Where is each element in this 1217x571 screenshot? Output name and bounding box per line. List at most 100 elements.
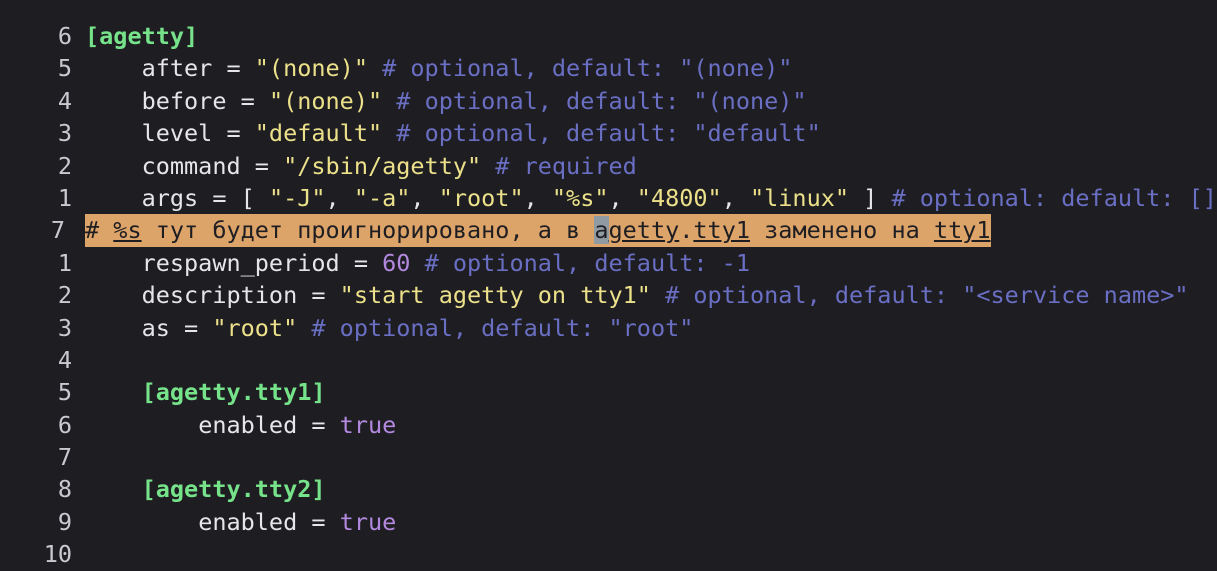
token-plain: , (410, 183, 439, 212)
token-plain: args = [ (141, 183, 269, 212)
token-plain: ] (849, 183, 878, 212)
token-str: "start agetty on tty1" (339, 281, 651, 310)
token-str: "(none)" (254, 54, 368, 83)
code-text: command = "/sbin/agetty" # required (85, 150, 637, 182)
code-text: level = "default" # optional, default: "… (85, 117, 821, 149)
token-plain: before = (141, 86, 269, 115)
token-sec: [agetty.tty2] (141, 475, 326, 504)
token-str: "%s" (551, 183, 609, 212)
line-number: 5 (57, 54, 72, 83)
code-line[interactable]: 4 (0, 344, 1217, 376)
code-line[interactable]: 5 after = "(none)" # optional, default: … (0, 52, 1217, 84)
token-num: 60 (382, 248, 411, 277)
line-number: 2 (57, 151, 72, 180)
line-number: 8 (57, 475, 72, 504)
line-number: 6 (57, 410, 72, 439)
token-u: getty (608, 216, 680, 245)
token-com: # optional, default: "(none)" (382, 86, 807, 115)
code-line[interactable]: 8 [agetty.tty2] (0, 473, 1217, 505)
line-number: 4 (57, 86, 72, 115)
code-text: enabled = true (85, 409, 396, 441)
token-plain: level = (141, 119, 255, 148)
line-number: 1 (57, 183, 72, 212)
token-bool: true (339, 410, 397, 439)
token-plain: as = (141, 313, 213, 342)
line-number: 9 (57, 507, 72, 536)
line-number: 7 (57, 443, 72, 472)
token-plain: after = (141, 54, 255, 83)
code-line[interactable]: 4 before = "(none)" # optional, default:… (0, 85, 1217, 117)
line-number: 1 (57, 248, 72, 277)
token-plain: description = (141, 281, 340, 310)
token-str: "root" (438, 183, 524, 212)
code-line[interactable]: 10 (0, 538, 1217, 570)
code-line[interactable]: 1 args = [ "-J", "-a", "root", "%s", "48… (0, 182, 1217, 214)
token-plain: command = (141, 151, 284, 180)
line-number: 10 (43, 540, 72, 569)
code-line[interactable]: 3 as = "root" # optional, default: "root… (0, 312, 1217, 344)
token-plain: , (721, 183, 750, 212)
code-line[interactable]: 9 enabled = true (0, 506, 1217, 538)
code-line[interactable]: 5 [agetty.tty1] (0, 376, 1217, 408)
token-plain: , (608, 183, 637, 212)
code-text: as = "root" # optional, default: "root" (85, 312, 694, 344)
token-plain: , (523, 183, 552, 212)
token-u: tty1 (693, 216, 750, 245)
code-editor[interactable]: 6 [agetty] 5 after = "(none)" # optional, … (0, 20, 1217, 571)
token-plain: # (85, 216, 114, 245)
token-str: "-J" (268, 183, 326, 212)
line-number: 6 (57, 22, 72, 50)
token-str: "/sbin/agetty" (283, 151, 482, 180)
token-sec: [agetty] (85, 22, 199, 50)
line-number: 5 (57, 378, 72, 407)
token-plain: respawn_period = (141, 248, 383, 277)
token-com: # optional, default: -1 (410, 248, 750, 277)
code-line[interactable]: 2 command = "/sbin/agetty" # required (0, 150, 1217, 182)
code-line[interactable]: 3 level = "default" # optional, default:… (0, 117, 1217, 149)
token-str: "(none)" (268, 86, 383, 115)
token-str: "default" (254, 119, 383, 148)
current-code-line[interactable]: 7 # %s тут будет проигнорировано, а в age… (0, 214, 1217, 247)
code-text: [agetty.tty2] (85, 473, 326, 505)
token-str: "linux" (749, 183, 850, 212)
code-text: args = [ "-J", "-a", "root", "%s", "4800… (85, 182, 1217, 214)
token-com: # optional: default: [] (877, 183, 1217, 212)
token-str: "root" (212, 313, 298, 342)
token-bool: true (339, 507, 397, 536)
token-com: # optional, default: "<service name>" (650, 281, 1189, 310)
token-plain: , (325, 183, 354, 212)
code-line[interactable]: 6 enabled = true (0, 409, 1217, 441)
token-u: tty1 (933, 216, 991, 245)
code-line[interactable]: 1 respawn_period = 60 # optional, defaul… (0, 247, 1217, 279)
code-line[interactable]: 6 [agetty] (0, 20, 1217, 52)
token-plain: тут будет проигнорировано, а в (141, 216, 595, 245)
code-text: after = "(none)" # optional, default: "(… (85, 52, 793, 84)
code-text: [agetty.tty1] (85, 376, 326, 408)
code-text: respawn_period = 60 # optional, default:… (85, 247, 750, 279)
token-plain: . (679, 216, 694, 245)
token-u: %s (113, 216, 142, 245)
token-com: # required (481, 151, 637, 180)
code-text: description = "start agetty on tty1" # o… (85, 279, 1189, 311)
token-plain: enabled = (198, 410, 340, 439)
token-cursor[interactable]: a (594, 216, 609, 245)
code-line[interactable]: 2 description = "start agetty on tty1" #… (0, 279, 1217, 311)
line-number: 2 (57, 281, 72, 310)
token-sec: [agetty.tty1] (141, 378, 326, 407)
token-com: # optional, default: "(none)" (367, 54, 793, 83)
token-plain: заменено на (750, 216, 934, 245)
code-text: [agetty] (85, 20, 198, 52)
code-line[interactable]: 7 (0, 441, 1217, 473)
token-com: # optional, default: "default" (382, 119, 821, 148)
